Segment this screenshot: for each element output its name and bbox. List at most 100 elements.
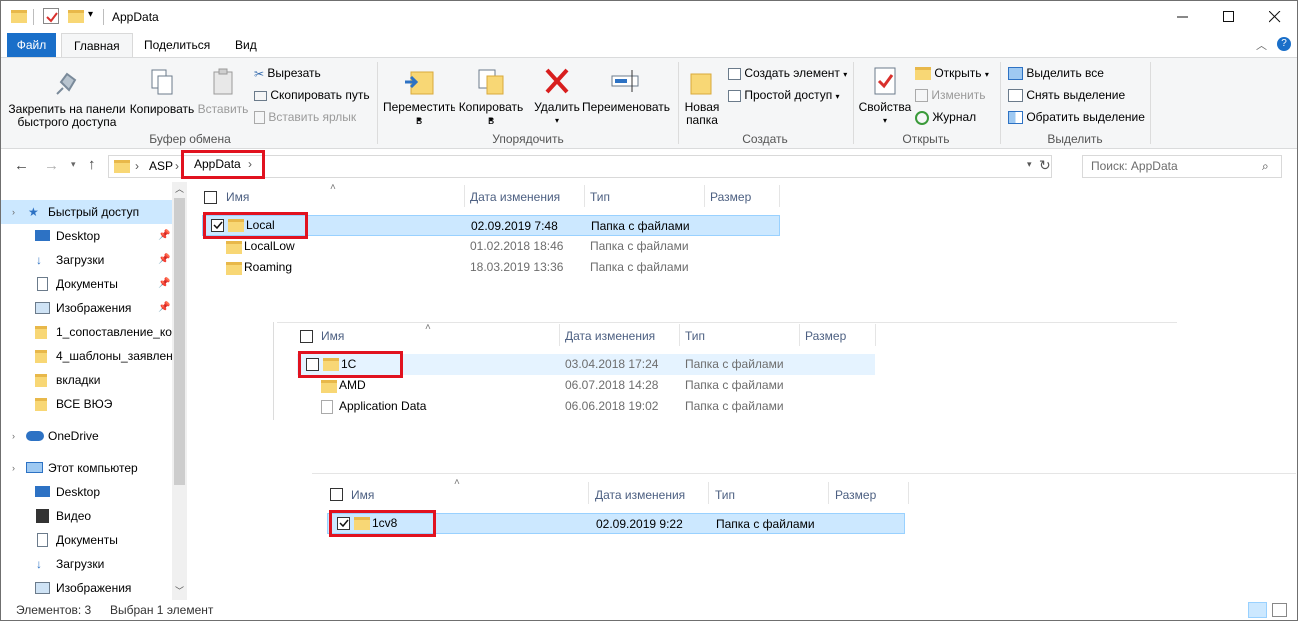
row-name[interactable]: 1C xyxy=(341,357,356,371)
nav-downloads[interactable]: ↓ Загрузки 📌 xyxy=(0,248,172,272)
expand-icon[interactable]: › xyxy=(12,456,15,480)
history-button[interactable]: Журнал xyxy=(915,108,976,126)
copy-path-button[interactable]: Скопировать путь xyxy=(254,86,370,104)
new-folder-quick-icon[interactable] xyxy=(68,10,84,23)
refresh-icon[interactable]: ↻ xyxy=(1039,157,1051,174)
row-name[interactable]: 1cv8 xyxy=(372,516,397,530)
breadcrumb-chevron-icon[interactable]: › xyxy=(248,157,252,171)
row-checkbox[interactable] xyxy=(306,358,319,371)
close-button[interactable] xyxy=(1252,0,1298,33)
paste-button[interactable]: Вставить xyxy=(196,68,250,116)
scroll-up-icon[interactable]: ︿ xyxy=(175,182,184,195)
delete-button[interactable]: Удалить ▾ xyxy=(532,66,582,127)
row-type: Папка с файлами xyxy=(685,399,784,413)
expand-icon[interactable]: › xyxy=(12,200,15,224)
row-name[interactable]: Roaming xyxy=(244,257,292,278)
nav-pc-downloads[interactable]: ↓ Загрузки xyxy=(0,552,172,576)
easy-access-button[interactable]: Простой доступ ▾ xyxy=(728,86,840,104)
address-dropdown-icon[interactable]: ▾ xyxy=(1027,159,1032,170)
column-type[interactable]: Тип xyxy=(590,190,610,204)
quick-access-dropdown-icon[interactable]: ▾ xyxy=(88,9,93,20)
recent-locations-icon[interactable]: ▾ xyxy=(71,159,76,170)
details-view-icon[interactable] xyxy=(1248,602,1267,618)
table-row[interactable]: LocalLow 01.02.2018 18:46 Папка с файлам… xyxy=(202,236,780,257)
table-row[interactable]: AMD 06.07.2018 14:28 Папка с файлами xyxy=(297,375,875,396)
column-name[interactable]: Имя xyxy=(321,329,344,343)
pin-quick-access-button[interactable]: Закрепить на панели быстрого доступа xyxy=(6,68,128,129)
column-type[interactable]: Тип xyxy=(685,329,705,343)
column-size[interactable]: Размер xyxy=(835,488,876,502)
back-arrow-icon[interactable]: ← xyxy=(14,157,29,174)
tab-view[interactable]: Вид xyxy=(223,33,269,57)
row-checkbox-checked[interactable] xyxy=(337,517,350,530)
help-icon[interactable]: ? xyxy=(1277,37,1291,51)
collapse-ribbon-icon[interactable]: ︿ xyxy=(1256,37,1267,53)
column-date[interactable]: Дата изменения xyxy=(565,329,655,343)
forward-arrow-icon[interactable]: → xyxy=(44,157,59,174)
select-all-checkbox[interactable] xyxy=(204,191,217,204)
column-size[interactable]: Размер xyxy=(710,190,751,204)
properties-button[interactable]: Свойства ▾ xyxy=(857,66,913,127)
nav-folder-3[interactable]: вкладки xyxy=(0,368,172,392)
tab-file[interactable]: Файл xyxy=(7,33,56,57)
new-item-button[interactable]: Создать элемент ▾ xyxy=(728,64,847,82)
move-to-icon xyxy=(405,71,434,95)
column-date[interactable]: Дата изменения xyxy=(470,190,560,204)
breadcrumb-chevron-icon[interactable]: › xyxy=(175,159,179,173)
up-arrow-icon[interactable]: ↑ xyxy=(88,156,96,173)
row-name[interactable]: Local xyxy=(246,218,275,232)
minimize-button[interactable] xyxy=(1160,0,1206,33)
breadcrumb-appdata[interactable]: AppData xyxy=(194,157,241,171)
nav-desktop[interactable]: Desktop 📌 xyxy=(0,224,172,248)
breadcrumb-chevron-icon[interactable]: › xyxy=(135,159,139,173)
new-folder-button[interactable]: Новая папка xyxy=(682,66,722,127)
nav-folder-2[interactable]: 4_шаблоны_заявлени xyxy=(0,344,172,368)
row-name[interactable]: AMD xyxy=(339,375,366,396)
select-all-button[interactable]: Выделить все xyxy=(1008,64,1104,82)
tab-share[interactable]: Поделиться xyxy=(132,33,222,57)
row-checkbox-checked[interactable] xyxy=(211,219,224,232)
nav-pc-desktop[interactable]: Desktop xyxy=(0,480,172,504)
move-to-button[interactable]: Переместить в ▾ xyxy=(383,66,455,127)
copy-button[interactable]: Копировать xyxy=(129,68,195,116)
row-name[interactable]: LocalLow xyxy=(244,236,295,257)
column-date[interactable]: Дата изменения xyxy=(595,488,685,502)
nav-quick-access[interactable]: › ★ Быстрый доступ xyxy=(0,200,172,224)
nav-scrollbar-thumb[interactable] xyxy=(174,198,185,485)
nav-documents[interactable]: Документы 📌 xyxy=(0,272,172,296)
column-name[interactable]: Имя xyxy=(351,488,374,502)
nav-pc-pictures[interactable]: Изображения xyxy=(0,576,172,600)
nav-pc-documents[interactable]: Документы xyxy=(0,528,172,552)
maximize-button[interactable] xyxy=(1206,0,1252,33)
tab-home[interactable]: Главная xyxy=(61,33,133,57)
select-all-checkbox[interactable] xyxy=(330,488,343,501)
select-none-button[interactable]: Снять выделение xyxy=(1008,86,1125,104)
nav-pc-videos[interactable]: Видео xyxy=(0,504,172,528)
invert-selection-button[interactable]: Обратить выделение xyxy=(1008,108,1145,126)
address-bar[interactable]: › ASP › AppData › ▾ ↻ xyxy=(108,150,1052,179)
rename-button[interactable]: Переименовать xyxy=(582,66,670,114)
column-size[interactable]: Размер xyxy=(805,329,846,343)
row-name[interactable]: Application Data xyxy=(339,396,426,417)
nav-folder-4[interactable]: ВСЕ ВЮЭ xyxy=(0,392,172,416)
edit-button[interactable]: Изменить xyxy=(915,86,985,104)
nav-pictures[interactable]: Изображения 📌 xyxy=(0,296,172,320)
properties-quick-icon[interactable] xyxy=(43,8,59,24)
open-button[interactable]: Открыть ▾ xyxy=(915,64,989,82)
select-all-checkbox[interactable] xyxy=(300,330,313,343)
search-input[interactable]: Поиск: AppData xyxy=(1082,155,1282,178)
breadcrumb-asp[interactable]: ASP xyxy=(149,159,173,173)
nav-this-pc[interactable]: › Этот компьютер xyxy=(0,456,172,480)
table-row[interactable]: Roaming 18.03.2019 13:36 Папка с файлами xyxy=(202,257,780,278)
large-icons-view-icon[interactable] xyxy=(1272,603,1287,617)
nav-onedrive[interactable]: › OneDrive xyxy=(0,424,172,448)
paste-shortcut-button[interactable]: Вставить ярлык xyxy=(254,108,356,126)
scroll-down-icon[interactable]: ﹀ xyxy=(175,584,184,597)
expand-icon[interactable]: › xyxy=(12,424,15,448)
column-type[interactable]: Тип xyxy=(715,488,735,502)
cut-button[interactable]: ✂ Вырезать xyxy=(254,64,321,82)
table-row[interactable]: Application Data 06.06.2018 19:02 Папка … xyxy=(297,396,875,417)
nav-folder-1[interactable]: 1_сопоставление_кон xyxy=(0,320,172,344)
column-name[interactable]: Имя xyxy=(226,190,249,204)
copy-to-button[interactable]: Копировать в ▾ xyxy=(456,66,526,127)
